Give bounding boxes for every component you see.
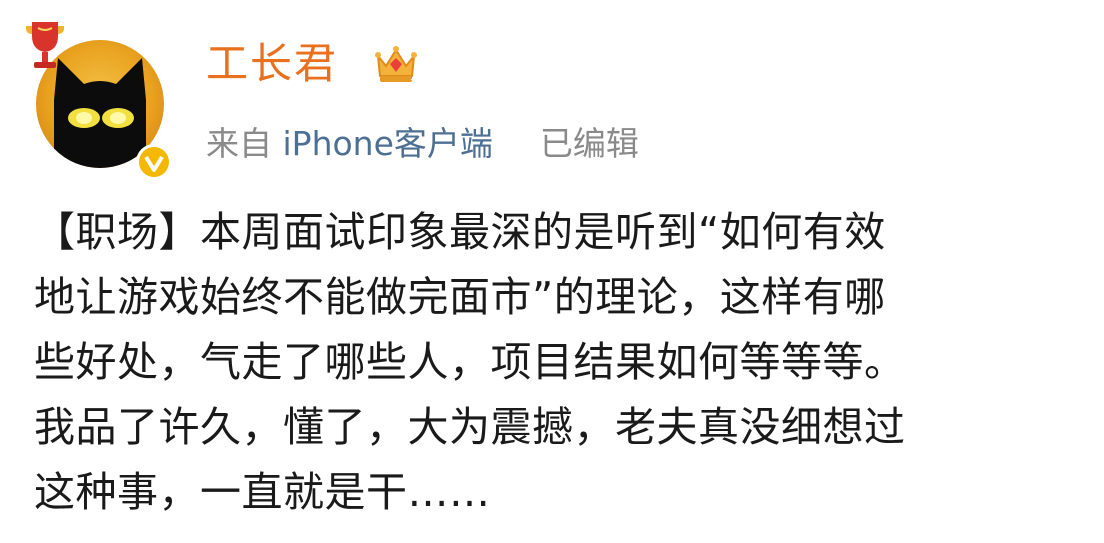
- source-client-link[interactable]: iPhone客户端: [283, 124, 493, 163]
- post-body-line: 地让游戏始终不能做完面市”的理论，这样有哪: [34, 273, 886, 321]
- verified-icon: [136, 144, 172, 180]
- post-meta: 来自 iPhone客户端 已编辑: [206, 122, 639, 166]
- post-body-line: 【职场】本周面试印象最深的是听到“如何有效: [34, 208, 886, 256]
- post-body: 【职场】本周面试印象最深的是听到“如何有效 地让游戏始终不能做完面市”的理论，这…: [34, 200, 1084, 525]
- crown-icon[interactable]: 7: [372, 42, 420, 88]
- trophy-icon: [26, 22, 64, 68]
- post-body-line: 我品了许久，懂了，大为震撼，老夫真没细想过: [34, 403, 906, 451]
- post-body-line: 这种事，一直就是干……: [34, 468, 491, 516]
- author-name[interactable]: 工长君: [206, 38, 338, 90]
- post-body-line: 些好处，气走了哪些人，项目结果如何等等等。: [34, 338, 906, 386]
- weibo-post: 工长君 7 来自 iPhone客户端 已编辑 【职场】本周面试印象最深的是听到“…: [0, 0, 1104, 543]
- avatar-group[interactable]: [22, 18, 172, 180]
- edited-label[interactable]: 已编辑: [540, 124, 639, 163]
- svg-text:7: 7: [410, 78, 416, 88]
- source-prefix: 来自: [206, 124, 272, 163]
